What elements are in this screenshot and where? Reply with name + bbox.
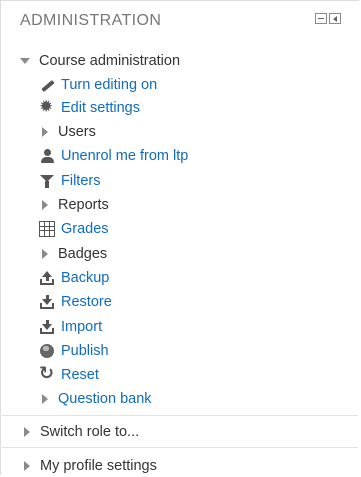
grades-link[interactable]: Grades — [39, 218, 109, 240]
publish-link[interactable]: Publish — [39, 340, 109, 362]
profile-settings-node[interactable]: My profile settings — [24, 455, 157, 477]
badges-node[interactable]: Badges — [42, 243, 107, 265]
gear-icon — [39, 97, 55, 117]
administration-block: ADMINISTRATION Course administration Tur… — [0, 0, 359, 475]
edit-settings-link[interactable]: Edit settings — [39, 97, 140, 119]
switch-role-node[interactable]: Switch role to... — [24, 421, 139, 443]
reset-icon — [39, 363, 55, 384]
restore-icon — [39, 294, 55, 310]
expand-arrow-icon — [24, 461, 30, 471]
filters-link[interactable]: Filters — [39, 170, 100, 192]
import-link[interactable]: Import — [39, 316, 102, 338]
turn-editing-on-link[interactable]: Turn editing on — [39, 74, 157, 96]
users-node[interactable]: Users — [42, 121, 96, 143]
dock-block-icon[interactable] — [329, 13, 341, 24]
globe-icon — [39, 343, 55, 359]
block-controls — [315, 13, 341, 24]
backup-link[interactable]: Backup — [39, 267, 109, 289]
backup-icon — [39, 270, 55, 286]
expand-arrow-icon — [42, 200, 48, 210]
user-icon — [39, 148, 55, 164]
reports-node[interactable]: Reports — [42, 194, 109, 216]
collapse-arrow-icon — [20, 58, 30, 64]
expand-arrow-icon — [42, 249, 48, 259]
divider — [2, 415, 358, 416]
course-administration-node[interactable]: Course administration — [20, 50, 180, 72]
block-title: ADMINISTRATION — [20, 12, 162, 29]
reset-link[interactable]: Reset — [39, 363, 99, 386]
question-bank-node[interactable]: Question bank — [42, 388, 152, 410]
expand-arrow-icon — [42, 394, 48, 404]
filter-icon — [39, 173, 55, 189]
hide-block-icon[interactable] — [315, 13, 327, 24]
pencil-icon — [39, 77, 55, 93]
unenrol-link[interactable]: Unenrol me from ltp — [39, 145, 188, 167]
course-administration-label: Course administration — [39, 53, 181, 69]
divider — [2, 447, 358, 448]
restore-link[interactable]: Restore — [39, 291, 112, 313]
expand-arrow-icon — [42, 127, 48, 137]
expand-arrow-icon — [24, 427, 30, 437]
grades-table-icon — [39, 221, 55, 237]
import-icon — [39, 319, 55, 335]
